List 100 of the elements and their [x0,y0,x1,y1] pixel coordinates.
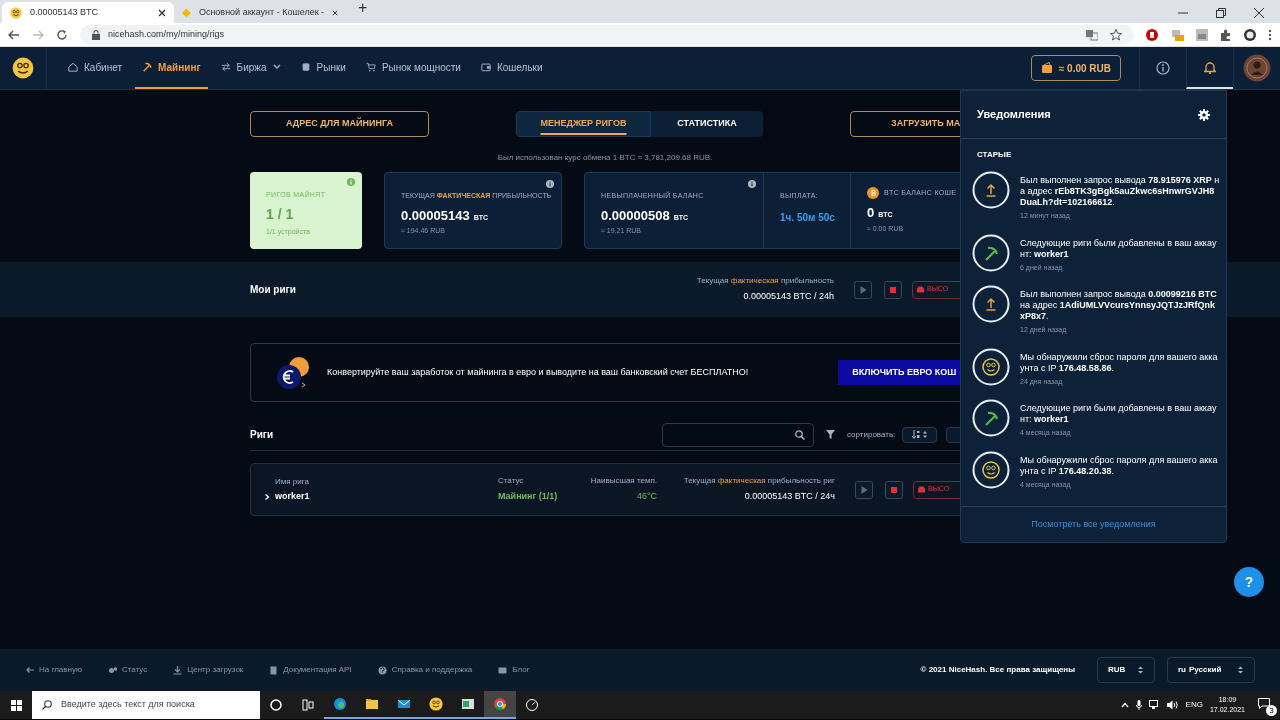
close-icon [158,8,166,17]
wallet-icon [1040,62,1053,74]
back-icon[interactable] [8,28,20,41]
network-icon[interactable] [1148,700,1160,710]
car-icon [917,486,926,493]
smiley-logo-icon[interactable] [12,57,34,79]
footer-link[interactable]: Документация API [269,664,352,676]
microphone-icon[interactable] [1135,700,1142,710]
address-bar[interactable]: nicehash.com/my/mining/rigs [80,24,1134,45]
folder-icon[interactable] [365,697,379,711]
gears-icon [108,665,117,675]
cart-icon [365,62,376,72]
updown-icon [1137,666,1144,674]
profile-icon[interactable] [1244,28,1256,41]
bell-icon[interactable] [1204,60,1216,74]
notification-text: Был выполнен запрос вывода 0.00099216 BTC на адрес 1AdiUMLVVcursYnnsyJQTJzJRfQnkxP8x7. [1020,289,1218,322]
updown-icon [1237,666,1244,674]
sort-button[interactable] [902,426,938,443]
pickaxe-icon [972,233,1010,272]
home-icon [68,62,78,72]
car-icon [916,286,925,293]
footer-link[interactable]: Центр загрузок [173,664,244,676]
footer-link[interactable]: Справка и поддержка [377,664,473,676]
puzzle-icon[interactable] [1220,28,1232,41]
copyright-text: © 2021 NiceHash. Все права защищены [920,664,1075,676]
currency-select[interactable]: RUB [1097,657,1155,683]
stop-button[interactable] [885,480,903,499]
footer-link[interactable]: Блог [498,664,530,676]
new-tab-button[interactable]: + [358,0,368,20]
footer-link[interactable]: Статус [108,664,148,676]
panel-title: Уведомления [977,107,1051,123]
nav-link[interactable]: Кабинет [61,47,130,89]
chevron-right-icon[interactable] [264,493,270,500]
sort-label: сортировать: [847,428,896,441]
exchange-rate-note: Был использован курс обмена 1 BTC ≈ 3,781,209.68 RUB. [497,152,713,164]
stop-button[interactable] [884,280,902,299]
view-tab[interactable]: СТАТИСТИКА [651,111,763,137]
taskbar-search-field[interactable]: Введите здесь текст для поиска [32,691,260,719]
pickaxe-icon [972,399,1010,437]
rig-temperature: 46°C [636,490,657,504]
windows-icon[interactable] [10,699,22,711]
more-icon[interactable] [1268,28,1272,41]
sort-icon [911,430,928,439]
edge-browser-icon[interactable] [333,697,347,711]
nav-link[interactable]: Биржа [213,47,288,89]
lock-icon [92,29,100,40]
help-icon [377,665,387,675]
filter-icon[interactable] [826,430,835,439]
upload-icon [972,285,1010,323]
smiley-icon[interactable] [429,697,443,711]
nav-link[interactable]: Майнинг [135,47,208,89]
mail-icon[interactable] [397,697,411,711]
search-icon [42,700,52,710]
reload-icon[interactable] [56,28,68,41]
close-icon[interactable] [1254,8,1264,18]
search-icon [795,429,805,440]
avatar-icon[interactable] [1243,54,1271,82]
arrows-icon [220,62,231,72]
window-app-icon[interactable] [461,697,475,711]
close-icon [332,8,338,17]
info-icon[interactable] [1156,61,1170,75]
mining-address-button[interactable]: АДРЕС ДЛЯ МАЙНИНГА [250,111,429,137]
payout-timer: 1ч. 50м 50с [780,210,836,225]
rigs-count: 1 / 1 [266,204,295,224]
enable-euro-button[interactable]: ВКЛЮЧИТЬ ЕВРО КОШ [838,360,960,385]
translate-icon[interactable] [1086,28,1098,41]
section-title: Риги [250,428,275,442]
task-view-icon[interactable] [301,698,315,712]
settings-icon[interactable] [1198,108,1210,121]
nav-link[interactable]: Кошельки [473,47,550,89]
view-toggle-button[interactable] [946,426,960,443]
section-heading: СТАРЫЕ [976,149,1013,161]
chat-icon [498,665,508,675]
balance-button[interactable]: ≈ 0.00 RUB [1030,55,1121,81]
footer-link[interactable]: На главную [25,664,82,676]
speaker-icon[interactable] [1166,700,1179,710]
profit-label: Текущая фактическая прибыльность [696,275,834,288]
language-select[interactable]: ru Русский [1167,657,1255,683]
notification-text: Был выполнен запрос вывода 78.915976 XRP на адрес rEb8TK3gBgk5auZkwc6sHnwrGVJH8DuaLh?dt=102166612. [1020,175,1220,208]
smiley-icon [972,450,1010,489]
play-button[interactable] [855,480,873,499]
nav-link[interactable]: Рынки [293,47,353,89]
info-icon [546,180,554,188]
circle-icon[interactable] [269,698,283,712]
gauge-icon[interactable] [525,698,539,712]
play-button[interactable] [854,280,872,299]
chevron-up-icon[interactable] [1120,702,1129,708]
restore-icon[interactable] [1216,8,1226,18]
image-extension-icon[interactable] [1196,28,1208,41]
nav-link[interactable]: Рынок мощности [358,47,468,89]
view-tab[interactable]: МЕНЕДЖЕР РИГОВ [516,111,651,137]
chrome-browser-icon[interactable] [493,697,507,711]
notification-text: Мы обнаружили сброс пароля для вашего аккаунта с IP 176.48.58.86. [1020,351,1219,374]
view-all-link[interactable]: Посмотреть все уведомления [961,506,1226,542]
upload-icon [972,171,1010,209]
bookmark-star-icon[interactable] [1110,28,1122,41]
search-field[interactable] [662,422,814,447]
profit-value: 0.00005143 BTC / 24h [743,290,834,304]
language-indicator[interactable]: ENG [1185,699,1203,711]
browser-tab[interactable]: 0.00005143 BTC [2,2,174,23]
